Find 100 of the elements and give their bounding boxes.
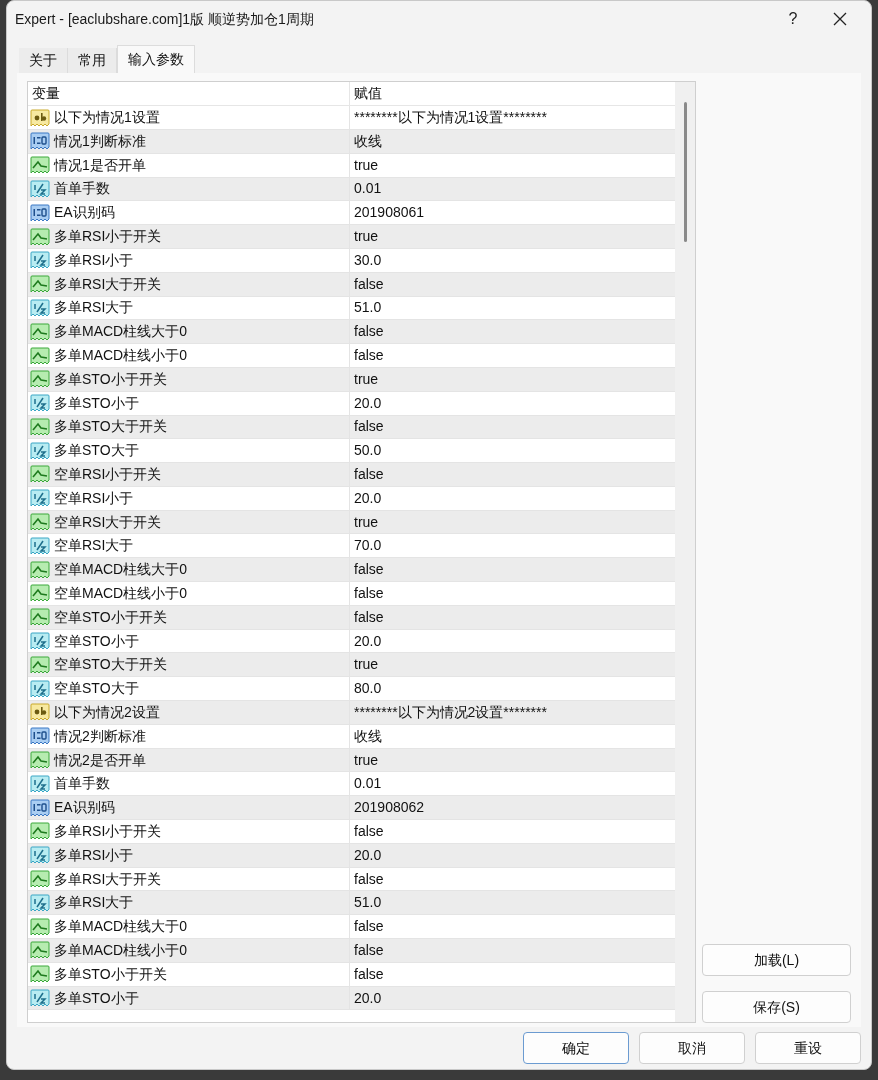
parameter-value[interactable]: false	[350, 416, 384, 438]
boolean-type-icon	[30, 417, 50, 436]
window-title: Expert - [eaclubshare.com]1版 顺逆势加仓1周期	[15, 9, 315, 29]
parameter-value[interactable]: 70.0	[350, 535, 382, 557]
side-button[interactable]: 保存(S)	[702, 991, 851, 1024]
parameter-name: 首单手数	[54, 179, 110, 199]
boolean-type-icon	[30, 655, 50, 674]
parameter-name: 多单STO小于开关	[54, 964, 167, 984]
parameter-value[interactable]: 20.0	[350, 630, 382, 652]
parameter-value[interactable]: 50.0	[350, 440, 382, 462]
dialog-button[interactable]: 重设	[755, 1032, 861, 1065]
boolean-type-icon	[30, 465, 50, 484]
parameter-value[interactable]: true	[350, 749, 379, 771]
decimal-type-icon	[30, 774, 50, 793]
parameter-value[interactable]: ********以下为情况1设置********	[350, 107, 547, 129]
boolean-type-icon	[30, 227, 50, 246]
parameter-value[interactable]: false	[350, 916, 384, 938]
decimal-type-icon	[30, 441, 50, 460]
boolean-type-icon	[30, 608, 50, 627]
boolean-type-icon	[30, 156, 50, 175]
parameter-name: 空单STO小于开关	[54, 607, 167, 627]
boolean-type-icon	[30, 751, 50, 770]
parameter-name: 多单RSI大于	[54, 893, 134, 913]
decimal-type-icon	[30, 298, 50, 317]
parameter-name: EA识别码	[54, 203, 115, 223]
decimal-type-icon	[30, 679, 50, 698]
boolean-type-icon	[30, 322, 50, 341]
parameter-name: 空单MACD柱线小于0	[54, 583, 187, 603]
integer-type-icon	[30, 132, 50, 151]
parameter-value[interactable]: 20.0	[350, 844, 382, 866]
parameter-value[interactable]: 51.0	[350, 892, 382, 914]
parameter-value[interactable]: false	[350, 868, 384, 890]
parameter-name: 以下为情况2设置	[54, 702, 160, 722]
parameter-value[interactable]: false	[350, 464, 384, 485]
parameter-value[interactable]: false	[350, 820, 384, 842]
parameter-value[interactable]: false	[350, 321, 384, 343]
tab[interactable]: 关于	[19, 48, 68, 74]
decimal-type-icon	[30, 846, 50, 865]
tab[interactable]: 输入参数	[117, 45, 195, 74]
boolean-type-icon	[30, 275, 50, 294]
decimal-type-icon	[30, 179, 50, 198]
parameter-value[interactable]: 收线	[350, 725, 382, 747]
decimal-type-icon	[30, 989, 50, 1007]
parameter-value[interactable]: false	[350, 606, 384, 628]
parameter-value[interactable]: ********以下为情况2设置********	[350, 701, 547, 723]
parameter-name: 空单RSI小于	[54, 488, 134, 508]
boolean-type-icon	[30, 346, 50, 365]
parameter-value[interactable]: 0.01	[350, 773, 382, 795]
parameter-name: 多单MACD柱线大于0	[54, 917, 187, 937]
parameter-name: 情况2判断标准	[54, 726, 146, 746]
column-header[interactable]: 赋值	[350, 83, 382, 105]
parameter-value[interactable]: false	[350, 963, 384, 985]
parameter-value[interactable]: true	[350, 368, 379, 390]
parameter-value[interactable]: 51.0	[350, 297, 382, 319]
parameter-value[interactable]: true	[350, 154, 379, 176]
integer-type-icon	[30, 798, 50, 817]
parameter-name: 多单RSI小于	[54, 250, 134, 270]
parameter-value[interactable]: 20.0	[350, 987, 382, 1009]
boolean-type-icon	[30, 941, 50, 960]
scrollbar[interactable]	[675, 82, 695, 1023]
parameter-value[interactable]: false	[350, 345, 384, 366]
boolean-type-icon	[30, 370, 50, 389]
parameter-value[interactable]: 201908062	[350, 797, 425, 819]
parameter-value[interactable]: false	[350, 939, 384, 961]
text-type-icon	[30, 703, 50, 722]
parameter-value[interactable]: true	[350, 226, 379, 247]
parameter-name: 空单RSI大于开关	[54, 512, 162, 532]
column-header[interactable]: 变量	[28, 82, 350, 106]
boolean-type-icon	[30, 965, 50, 984]
parameter-name: 空单STO大于开关	[54, 655, 167, 675]
parameter-value[interactable]: true	[350, 654, 379, 676]
parameter-value[interactable]: 201908061	[350, 202, 425, 224]
dialog-button[interactable]: 确定	[523, 1032, 629, 1065]
tab[interactable]: 常用	[68, 48, 117, 74]
parameter-name: 多单RSI小于	[54, 845, 134, 865]
parameter-name: 多单STO大于开关	[54, 417, 167, 437]
decimal-type-icon	[30, 893, 50, 912]
help-button[interactable]: ?	[771, 3, 815, 36]
parameter-name: 空单RSI小于开关	[54, 465, 162, 484]
side-button[interactable]: 加载(L)	[702, 944, 851, 977]
parameter-name: 多单RSI大于开关	[54, 274, 162, 294]
parameter-name: 以下为情况1设置	[54, 108, 160, 128]
parameter-value[interactable]: 20.0	[350, 392, 382, 414]
dialog-button[interactable]: 取消	[639, 1032, 745, 1065]
parameter-value[interactable]: 0.01	[350, 178, 382, 200]
parameter-value[interactable]: false	[350, 559, 384, 581]
parameter-value[interactable]: 80.0	[350, 678, 382, 700]
text-type-icon	[30, 108, 50, 127]
parameter-value[interactable]: false	[350, 273, 384, 295]
parameter-name: 多单MACD柱线小于0	[54, 940, 187, 960]
parameter-name: 多单RSI大于开关	[54, 869, 162, 889]
parameter-name: 多单RSI大于	[54, 298, 134, 318]
parameter-name: 空单STO小于	[54, 631, 139, 651]
parameter-value[interactable]: 20.0	[350, 487, 382, 509]
parameter-name: 首单手数	[54, 774, 110, 794]
parameter-value[interactable]: 收线	[350, 130, 382, 152]
parameter-value[interactable]: 30.0	[350, 249, 382, 271]
parameter-value[interactable]: true	[350, 511, 379, 533]
parameter-value[interactable]: false	[350, 582, 384, 604]
parameter-name: 多单RSI小于开关	[54, 821, 162, 841]
